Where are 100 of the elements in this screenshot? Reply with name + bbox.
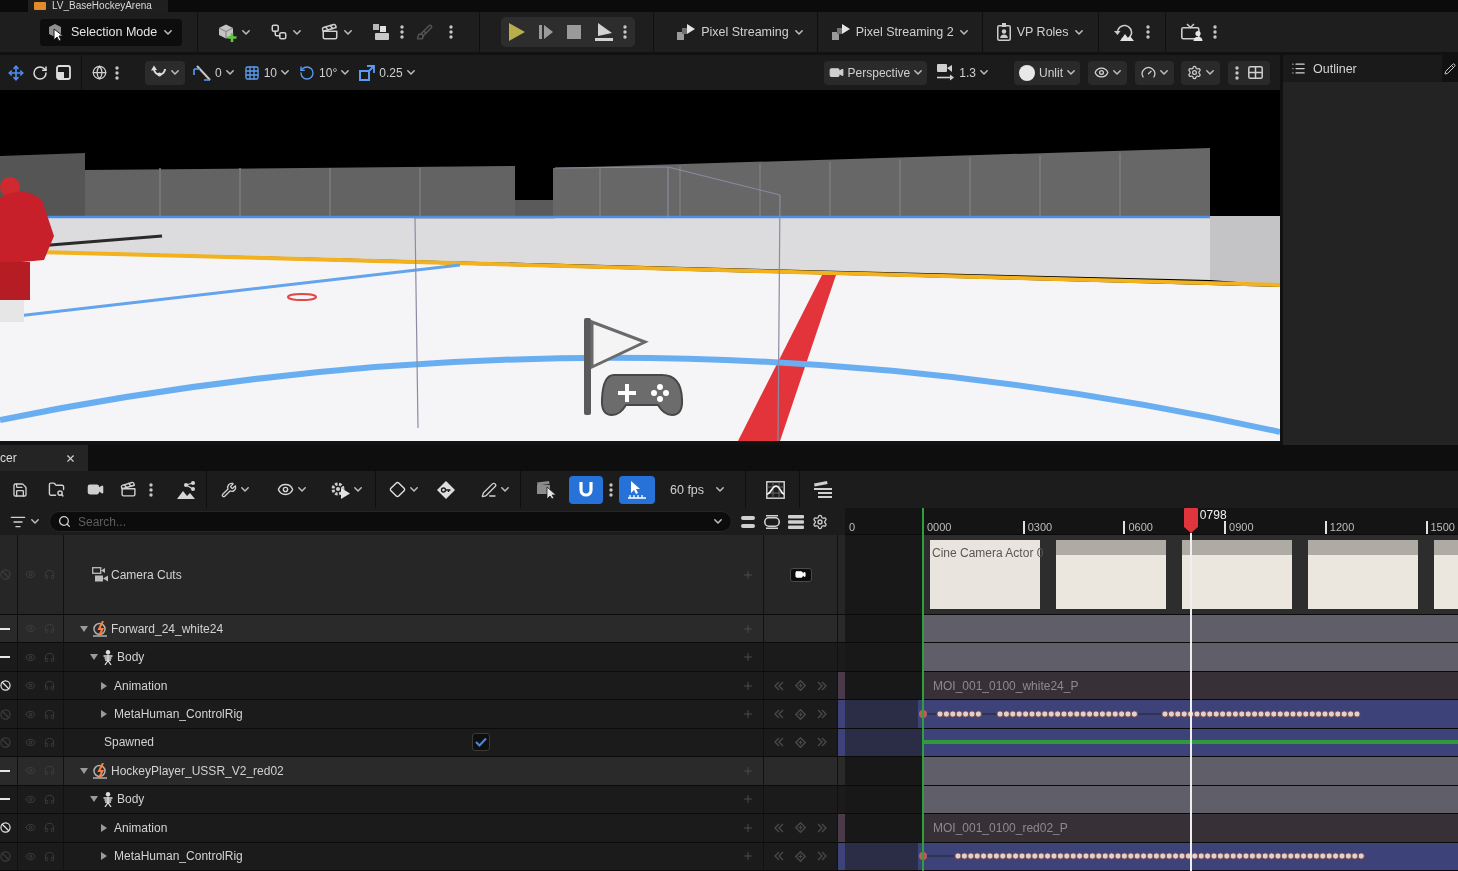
player-start-icon[interactable] (584, 318, 684, 416)
more-icon (449, 25, 454, 39)
close-icon[interactable] (65, 452, 76, 464)
expand-arrow-icon[interactable] (80, 624, 88, 633)
menu-button[interactable]: Pixel Streaming 2 (826, 19, 973, 45)
more-icon (149, 482, 153, 497)
move-icon (8, 64, 24, 81)
next-key-icon (817, 680, 827, 691)
pencil-icon[interactable] (1444, 62, 1456, 75)
layout-button[interactable] (1228, 60, 1270, 85)
snap-button[interactable]: 10 (239, 59, 294, 86)
section-bar[interactable] (923, 785, 1458, 814)
camera-lock-button[interactable] (789, 567, 812, 582)
next-key-icon (817, 851, 827, 862)
caret-icon (501, 487, 509, 492)
next-key-icon (817, 822, 827, 833)
snap-button[interactable]: 0.25 (355, 59, 419, 86)
track-header[interactable]: MetaHuman_ControlRig (0, 700, 845, 729)
section-bar[interactable] (923, 615, 1458, 643)
bool-section[interactable] (923, 728, 1458, 757)
video-camera-icon (828, 65, 844, 80)
caret-icon (714, 519, 722, 524)
track-header[interactable]: Body (0, 785, 845, 815)
eye-icon (277, 481, 294, 498)
diamond-icon (389, 481, 406, 498)
timeline-ruler[interactable]: 0 0000 0300 0600 0900 1200 1500 0798 (845, 508, 1458, 535)
track-label: Forward_24_white24 (111, 621, 224, 636)
track-header[interactable]: Animation (0, 814, 845, 843)
caret-icon (1206, 70, 1214, 75)
caret-icon (242, 29, 251, 35)
expand-arrow-icon[interactable] (100, 681, 108, 690)
folder-search-icon (48, 481, 65, 498)
menu-button[interactable]: VP Roles (991, 19, 1088, 45)
animation-section[interactable]: MOI_001_0100_white24_P (923, 671, 1458, 700)
playhead-marker[interactable] (1183, 508, 1198, 533)
curve-graph-icon (766, 480, 786, 499)
surface-snap-button[interactable] (145, 60, 185, 85)
lighting-button[interactable]: Unlit (1014, 60, 1080, 85)
track-label: HockeyPlayer_USSR_V2_red02 (111, 763, 284, 778)
expand-arrow-icon[interactable] (80, 766, 88, 775)
expand-arrow-icon[interactable] (100, 823, 108, 832)
expand-arrow-icon[interactable] (90, 653, 98, 662)
clapperboard-icon (321, 23, 340, 41)
track-header[interactable]: Animation (0, 671, 845, 701)
show-button[interactable] (1088, 60, 1127, 85)
menu-button[interactable]: Pixel Streaming (672, 19, 808, 45)
expand-rows-icon (764, 514, 780, 529)
track-header[interactable]: Camera Cuts (0, 535, 845, 615)
frame-rate-button[interactable]: 60 fps (665, 476, 730, 503)
add-key-icon (795, 850, 806, 862)
selection-mode-button[interactable]: Selection Mode (40, 18, 183, 46)
rotate-icon (32, 64, 48, 81)
node-graph-icon (270, 23, 289, 41)
caret-icon (1113, 70, 1121, 75)
more-icon (1145, 25, 1150, 39)
animation-section[interactable]: MOI_001_0100_red02_P (923, 814, 1458, 842)
track-label: MetaHuman_ControlRig (114, 849, 243, 864)
track-header[interactable]: Body (0, 643, 845, 672)
track-label: Animation (114, 820, 168, 835)
more-icon (1235, 65, 1239, 80)
caret-icon (354, 487, 362, 492)
mountain-nodes-icon (177, 480, 195, 499)
cursor-clapper-icon (537, 480, 557, 499)
performance-button[interactable] (1135, 60, 1174, 85)
magnet-icon (578, 481, 594, 498)
key-diamond-icon (437, 480, 455, 499)
caret-icon (281, 70, 290, 75)
track-header[interactable]: HockeyPlayer_USSR_V2_red02 (0, 757, 845, 786)
expand-arrow-icon[interactable] (90, 795, 98, 804)
track-header[interactable]: Forward_24_white24 (0, 615, 845, 644)
settings-button[interactable] (1181, 60, 1220, 85)
video-camera-icon (795, 569, 806, 580)
expand-arrow-icon[interactable] (100, 852, 108, 861)
snap-button[interactable]: 0 (189, 59, 238, 86)
previous-key-icon (774, 737, 784, 748)
track-header[interactable]: Spawned (0, 728, 845, 758)
caret-icon (1074, 29, 1083, 35)
search-icon (58, 515, 71, 528)
mountain-arrow-icon (1113, 23, 1134, 41)
caret-icon (31, 519, 39, 524)
camera-speed-button[interactable]: 1.3 (933, 60, 992, 85)
track-header[interactable]: MetaHuman_ControlRig (0, 842, 845, 871)
more-icon (623, 25, 628, 39)
clapperboard-icon (120, 481, 137, 498)
caret-icon (1160, 70, 1168, 75)
snap-button[interactable]: 10° (295, 59, 354, 86)
checkbox[interactable] (472, 733, 490, 752)
expand-arrow-icon[interactable] (100, 710, 108, 719)
search-field[interactable]: Search... (49, 511, 732, 532)
document-tab[interactable]: LV_BaseHockeyArena (28, 0, 168, 12)
camera-cut-section[interactable]: Cine Camera Actor 0 (923, 535, 1458, 614)
playhead-snap-button[interactable] (619, 475, 655, 504)
snap-button[interactable] (569, 475, 603, 504)
ruler-label: 0 (848, 521, 856, 534)
caret-icon (241, 487, 249, 492)
caret-icon (293, 29, 302, 35)
brush-icon (416, 23, 434, 41)
sequencer-tab[interactable]: cer (0, 445, 88, 471)
list-icon (1291, 61, 1306, 76)
view-mode-button[interactable]: Perspective (823, 60, 928, 85)
